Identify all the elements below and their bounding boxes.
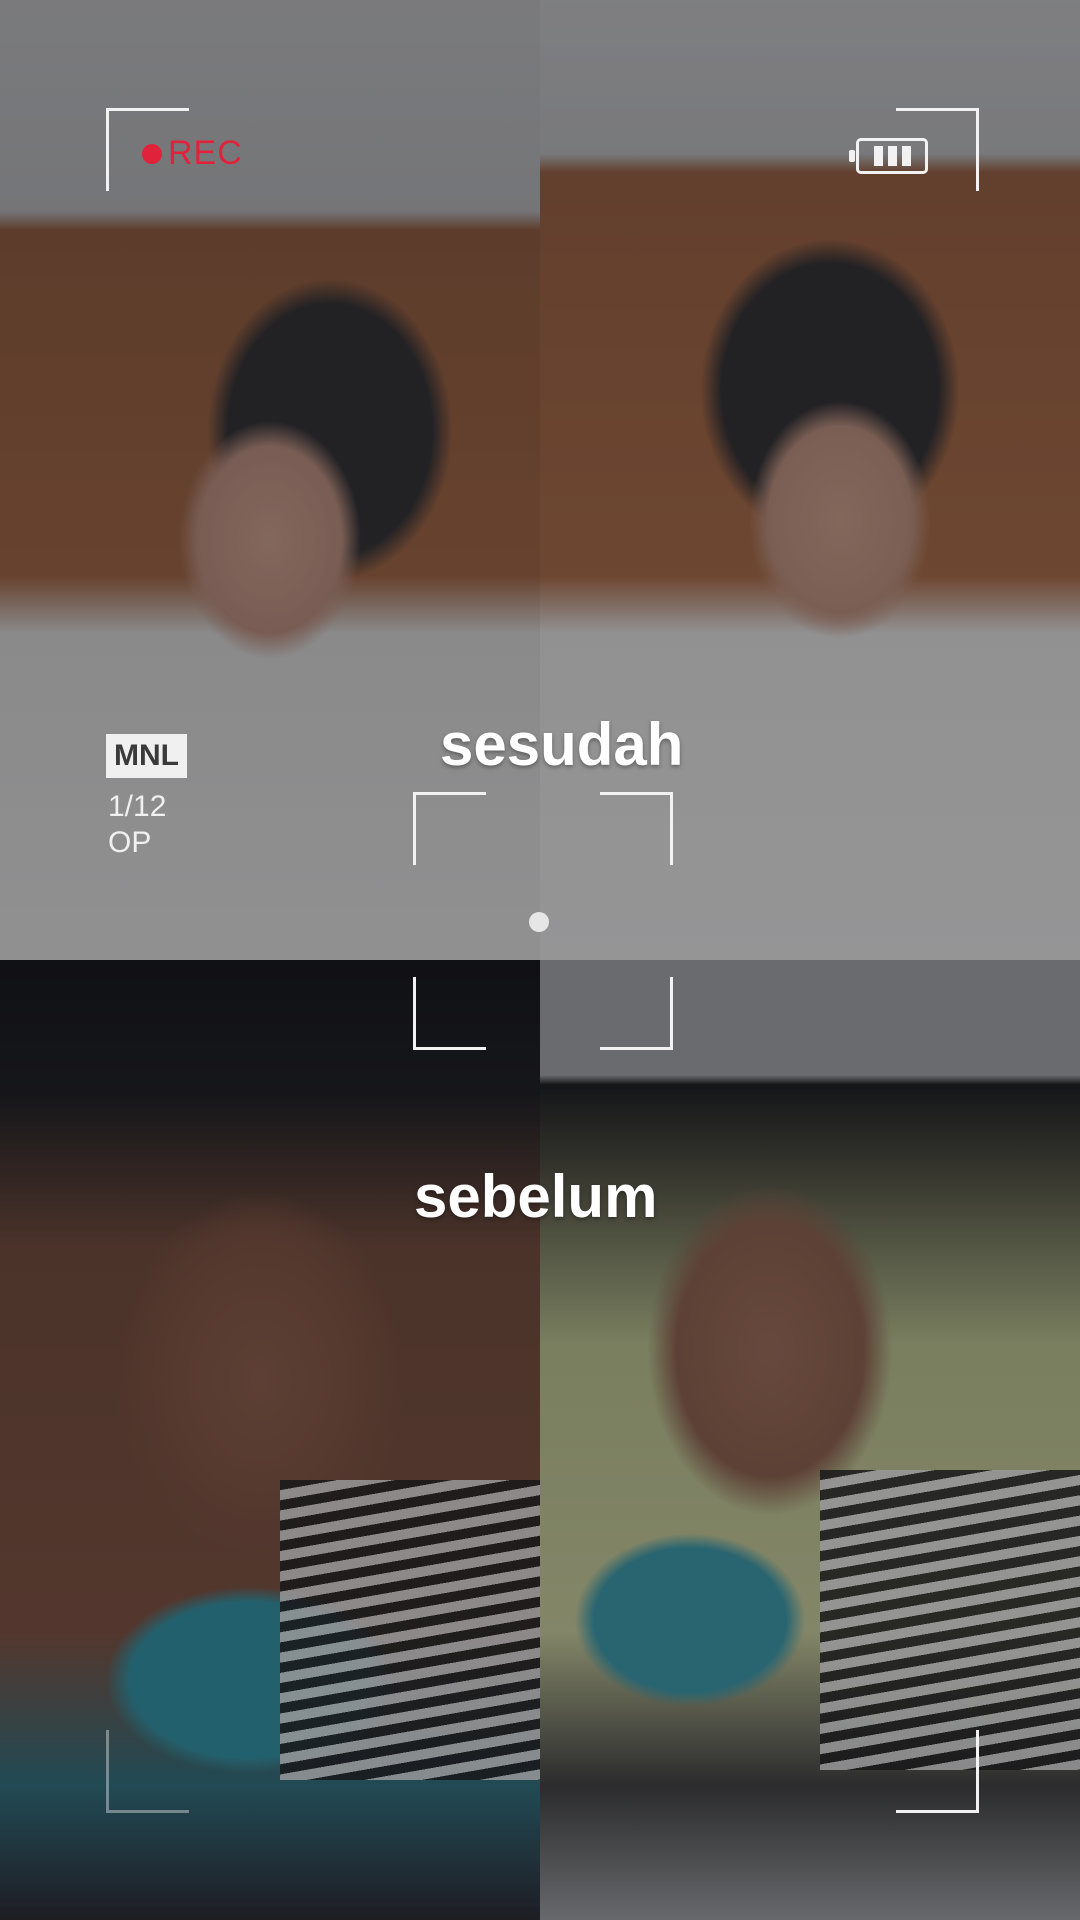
focus-corner <box>413 977 486 1050</box>
viewfinder-corner-bottom-left <box>106 1730 189 1813</box>
focus-corner <box>600 792 673 865</box>
viewfinder-corner-bottom-right <box>896 1730 979 1813</box>
rec-indicator: REC <box>142 134 243 173</box>
rec-dot-icon <box>142 143 162 164</box>
battery-bar <box>901 146 911 166</box>
mode-badge: MNL <box>106 734 187 778</box>
before-photo-1 <box>0 960 540 1920</box>
focus-corner <box>600 977 673 1050</box>
battery-bar <box>887 146 897 166</box>
striped-pillow <box>280 1480 540 1780</box>
caption-after: sesudah <box>440 711 684 778</box>
photo-collage: REC MNL 1/12 OP sesudah sebelum <box>0 0 1080 1920</box>
focus-corner <box>413 792 486 865</box>
caption-before: sebelum <box>414 1163 658 1230</box>
battery-bar <box>873 146 883 166</box>
battery-icon <box>849 138 928 174</box>
shot-counter: 1/12 <box>108 790 167 823</box>
rec-label: REC <box>168 134 243 172</box>
mode-sub-label: OP <box>108 826 152 859</box>
before-photo-2 <box>540 960 1080 1920</box>
focus-point-icon <box>529 912 549 932</box>
striped-pillow <box>820 1470 1080 1770</box>
